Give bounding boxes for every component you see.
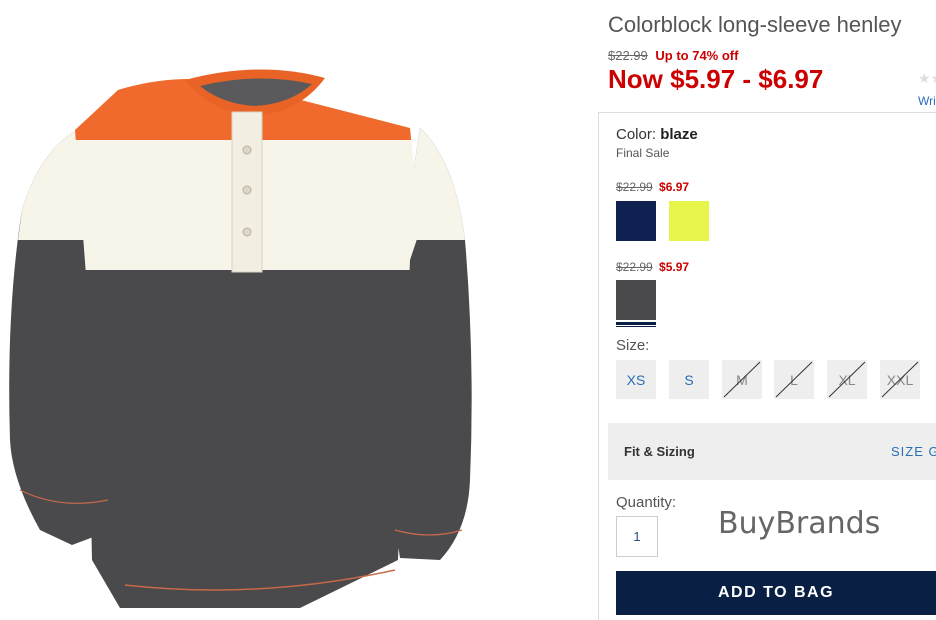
swatch-navy[interactable]: [616, 201, 656, 241]
unavailable-slash-icon: [881, 361, 919, 398]
price-group-1-original: $22.99: [616, 180, 653, 194]
size-m-button[interactable]: M: [722, 360, 762, 399]
price-group-1-sale: $6.97: [659, 180, 690, 194]
quantity-input[interactable]: [616, 516, 658, 557]
selected-color: blaze: [660, 126, 698, 143]
rating-stars-icon[interactable]: ★★: [918, 70, 936, 87]
now-price: Now $5.97 - $6.97: [608, 64, 824, 94]
color-label-prefix: Color:: [616, 126, 657, 143]
original-price: $22.99: [608, 48, 648, 63]
color-label: Color: blaze: [616, 126, 698, 143]
unavailable-slash-icon: [723, 361, 761, 398]
unavailable-slash-icon: [828, 361, 866, 398]
price-summary: $22.99 Up to 74% off: [608, 48, 738, 63]
price-group-2-sale: $5.97: [659, 260, 690, 274]
size-label: Size:: [616, 337, 650, 354]
size-xs-label: XS: [626, 371, 646, 388]
final-sale-note: Final Sale: [616, 146, 670, 160]
size-xxl-button[interactable]: XXL: [880, 360, 920, 399]
quantity-label: Quantity:: [616, 494, 677, 511]
price-group-2-original: $22.99: [616, 260, 653, 274]
size-s-button[interactable]: S: [669, 360, 709, 399]
swatch-neon-yellow[interactable]: [669, 201, 709, 241]
unavailable-slash-icon: [775, 361, 813, 398]
size-s-label: S: [684, 371, 694, 388]
swatch-blaze[interactable]: [616, 280, 656, 320]
price-group-1: $22.99 $6.97: [616, 180, 689, 194]
fit-sizing-label: Fit & Sizing: [624, 444, 695, 459]
write-review-link[interactable]: Write a review: [918, 94, 936, 108]
add-to-bag-button[interactable]: ADD TO BAG: [616, 571, 936, 615]
price-group-2: $22.99 $5.97: [616, 260, 689, 274]
size-l-button[interactable]: L: [774, 360, 814, 399]
product-image: [9, 69, 472, 608]
discount-text: Up to 74% off: [655, 48, 739, 63]
size-xl-button[interactable]: XL: [827, 360, 867, 399]
watermark-text: BuyBrands: [718, 506, 881, 541]
size-guide-link[interactable]: SIZE GUIDE: [891, 444, 936, 459]
selected-swatch-indicator: [616, 322, 656, 327]
product-title: Colorblock long-sleeve henley: [608, 12, 902, 37]
size-xs-button[interactable]: XS: [616, 360, 656, 399]
